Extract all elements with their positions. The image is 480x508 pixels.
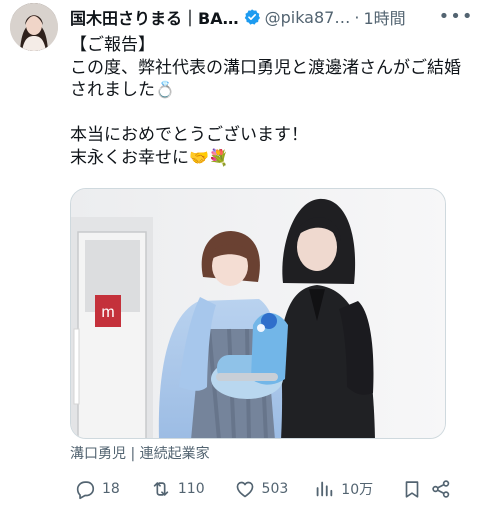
ring-emoji: 💍 bbox=[155, 80, 175, 99]
verified-badge-icon bbox=[243, 8, 261, 26]
tweet-text: 【ご報告】 この度、弊社代表の溝口勇児と渡邊渚さんがご結婚 されました💍 本当に… bbox=[70, 34, 470, 169]
tweet-line: この度、弊社代表の溝口勇児と渡邊渚さんがご結婚 bbox=[70, 57, 461, 78]
display-name[interactable]: 国木田さりまる｜BA… bbox=[70, 5, 239, 29]
bookmark-icon bbox=[401, 478, 423, 500]
tweet-actions: 18 110 503 10万 bbox=[68, 476, 450, 502]
tweet-header: 国木田さりまる｜BA… @pika87… · 1時間 ••• bbox=[70, 4, 473, 29]
tweet-line: 【ご報告】 bbox=[70, 35, 155, 55]
tweet-line bbox=[70, 102, 470, 125]
avatar[interactable] bbox=[10, 3, 58, 51]
tweet-line: されました💍 bbox=[70, 79, 470, 102]
reply-count: 18 bbox=[102, 481, 120, 497]
image-caption: 溝口勇児 | 連続起業家 bbox=[70, 446, 210, 462]
tweet-line: 本当におめでとうございます！ bbox=[70, 125, 308, 145]
reply-icon bbox=[74, 478, 96, 500]
reply-button[interactable]: 18 bbox=[68, 478, 144, 500]
like-count: 503 bbox=[261, 481, 289, 497]
retweet-button[interactable]: 110 bbox=[144, 478, 228, 500]
retweet-count: 110 bbox=[177, 481, 205, 497]
svg-text:m: m bbox=[101, 304, 114, 321]
separator-dot: · bbox=[354, 7, 360, 27]
views-button[interactable]: 10万 bbox=[307, 478, 395, 500]
views-icon bbox=[313, 478, 335, 500]
view-count: 10万 bbox=[341, 482, 374, 498]
handshake-bouquet-emoji: 🤝💐 bbox=[189, 147, 229, 167]
tweet-time[interactable]: 1時間 bbox=[363, 5, 405, 29]
heart-icon bbox=[234, 478, 256, 500]
share-icon bbox=[430, 478, 452, 500]
tweet-line-text: 末永くお幸せに bbox=[70, 147, 189, 168]
tweet-line-text: されました bbox=[70, 80, 155, 100]
user-handle[interactable]: @pika87… bbox=[265, 8, 351, 27]
like-button[interactable]: 503 bbox=[228, 478, 308, 500]
share-button[interactable] bbox=[424, 478, 450, 500]
tweet-image[interactable]: m bbox=[70, 188, 446, 439]
tweet[interactable]: 国木田さりまる｜BA… @pika87… · 1時間 ••• 【ご報告】 この度… bbox=[0, 0, 480, 508]
more-dots-icon[interactable]: ••• bbox=[439, 4, 473, 28]
bookmark-button[interactable] bbox=[395, 478, 424, 500]
tweet-line: 末永くお幸せに🤝💐 bbox=[70, 147, 470, 170]
retweet-icon bbox=[150, 478, 172, 500]
